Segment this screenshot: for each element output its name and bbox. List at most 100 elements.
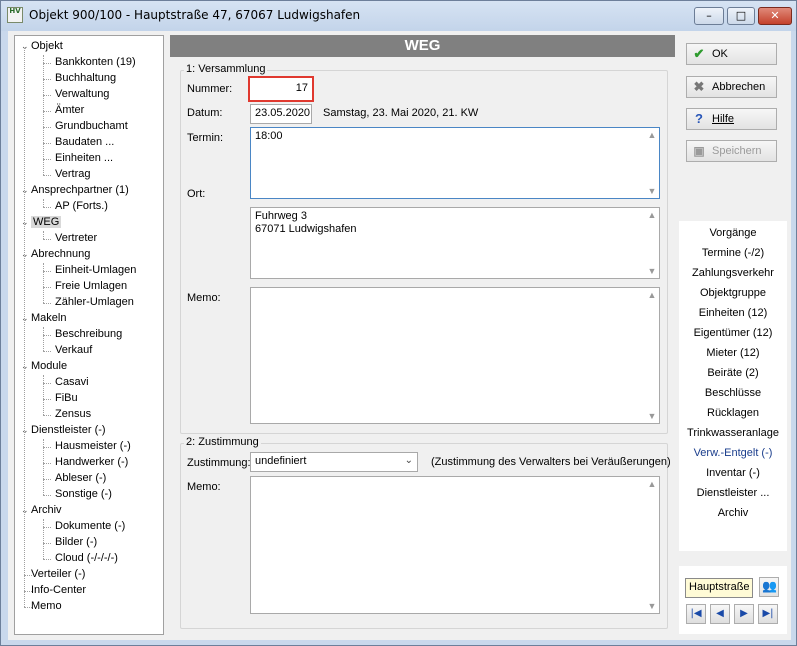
- side-link[interactable]: Vorgänge: [679, 225, 787, 241]
- tree-item[interactable]: ⌄ Abrechnung: [21, 247, 90, 262]
- close-button[interactable]: ✕: [758, 7, 792, 25]
- memo-scrollbar[interactable]: ▲ ▼: [645, 288, 659, 423]
- title-bar[interactable]: HV Objekt 900/100 - Hauptstraße 47, 6706…: [1, 1, 796, 31]
- side-link[interactable]: Objektgruppe: [679, 285, 787, 301]
- tree-item[interactable]: ⌄ Objekt: [21, 39, 63, 54]
- navigation-tree[interactable]: ⌄ Objekt Bankkonten (19) Buchhaltung Verwalt…: [14, 35, 164, 635]
- tree-item[interactable]: Info-Center: [21, 583, 86, 598]
- last-record-button[interactable]: ▶|: [758, 604, 778, 624]
- tree-item[interactable]: Bilder (-): [55, 535, 97, 550]
- chevron-down-icon[interactable]: ⌄: [21, 503, 31, 518]
- tree-item[interactable]: Verteiler (-): [21, 567, 85, 582]
- tree-item[interactable]: Ableser (-): [55, 471, 106, 486]
- termin-input[interactable]: 18:00 ▲ ▼: [250, 127, 660, 199]
- datum-info: Samstag, 23. Mai 2020, 21. KW: [323, 107, 479, 119]
- memo-label: Memo:: [187, 292, 221, 304]
- chevron-down-icon[interactable]: ⌄: [21, 215, 31, 230]
- tree-item[interactable]: Sonstige (-): [55, 487, 112, 502]
- scroll-down-icon[interactable]: ▼: [645, 409, 659, 423]
- tree-item[interactable]: Zensus: [55, 407, 91, 422]
- chevron-down-icon[interactable]: ⌄: [21, 423, 31, 438]
- zustimmung-memo-input[interactable]: ▲ ▼: [250, 476, 660, 614]
- contacts-icon: 👥: [762, 579, 777, 593]
- tree-item[interactable]: Handwerker (-): [55, 455, 128, 470]
- tree-item[interactable]: Memo: [21, 599, 62, 614]
- current-record-field[interactable]: Hauptstraße 47: [685, 578, 753, 598]
- help-button[interactable]: ? Hilfe: [686, 108, 777, 130]
- side-link[interactable]: Eigentümer (12): [679, 325, 787, 341]
- scroll-down-icon[interactable]: ▼: [645, 599, 659, 613]
- tree-item[interactable]: ⌄ Module: [21, 359, 67, 374]
- side-link[interactable]: Verw.-Entgelt (-): [679, 445, 787, 461]
- nummer-input[interactable]: 17: [248, 76, 314, 102]
- side-link[interactable]: Mieter (12): [679, 345, 787, 361]
- side-link[interactable]: Beiräte (2): [679, 365, 787, 381]
- tree-connector: [43, 271, 51, 272]
- tree-item[interactable]: ⌄ Makeln: [21, 311, 66, 326]
- side-link[interactable]: Termine (-/2): [679, 245, 787, 261]
- termin-scrollbar[interactable]: ▲ ▼: [645, 128, 659, 198]
- previous-record-button[interactable]: ◀: [710, 604, 730, 624]
- scroll-up-icon[interactable]: ▲: [645, 208, 659, 222]
- tree-item[interactable]: Beschreibung: [55, 327, 122, 342]
- tree-item[interactable]: ⌄ Ansprechpartner (1): [21, 183, 129, 198]
- ort-input[interactable]: Fuhrweg 3 67071 Ludwigshafen ▲ ▼: [250, 207, 660, 279]
- tree-item[interactable]: Ämter: [55, 103, 84, 118]
- tree-item[interactable]: ⌄ WEG: [21, 215, 62, 230]
- save-button[interactable]: ▣ Speichern: [686, 140, 777, 162]
- tree-item[interactable]: AP (Forts.): [55, 199, 108, 214]
- tree-item[interactable]: Zähler-Umlagen: [55, 295, 134, 310]
- chevron-down-icon[interactable]: ⌄: [21, 359, 31, 374]
- tree-item[interactable]: Bankkonten (19): [55, 55, 136, 70]
- datum-input[interactable]: 23.05.2020: [250, 104, 312, 124]
- tree-item[interactable]: Verwaltung: [55, 87, 109, 102]
- side-link[interactable]: Inventar (-): [679, 465, 787, 481]
- tree-item[interactable]: Einheit-Umlagen: [55, 263, 136, 278]
- chevron-down-icon[interactable]: ⌄: [21, 247, 31, 262]
- tree-item[interactable]: Hausmeister (-): [55, 439, 131, 454]
- scroll-down-icon[interactable]: ▼: [645, 264, 659, 278]
- tree-item[interactable]: ⌄ Dienstleister (-): [21, 423, 106, 438]
- tree-item[interactable]: ⌄ Archiv: [21, 503, 62, 518]
- scroll-up-icon[interactable]: ▲: [645, 128, 659, 142]
- cancel-button[interactable]: ✖ Abbrechen: [686, 76, 777, 98]
- tree-item-label: Dienstleister (-): [31, 424, 106, 436]
- tree-item[interactable]: Freie Umlagen: [55, 279, 127, 294]
- side-link[interactable]: Zahlungsverkehr: [679, 265, 787, 281]
- tree-item[interactable]: Baudaten ...: [55, 135, 114, 150]
- chevron-down-icon[interactable]: ⌄: [21, 183, 31, 198]
- tree-item[interactable]: Grundbuchamt: [55, 119, 128, 134]
- tree-item[interactable]: Casavi: [55, 375, 89, 390]
- tree-item[interactable]: Einheiten ...: [55, 151, 113, 166]
- tree-item[interactable]: Dokumente (-): [55, 519, 125, 534]
- zustimmung-select[interactable]: undefiniert ⌄: [250, 452, 418, 472]
- scroll-up-icon[interactable]: ▲: [645, 477, 659, 491]
- tree-item[interactable]: Verkauf: [55, 343, 92, 358]
- side-link[interactable]: Dienstleister ...: [679, 485, 787, 501]
- ort-scrollbar[interactable]: ▲ ▼: [645, 208, 659, 278]
- ok-button[interactable]: ✔ OK: [686, 43, 777, 65]
- side-link[interactable]: Beschlüsse: [679, 385, 787, 401]
- scroll-down-icon[interactable]: ▼: [645, 184, 659, 198]
- tree-item[interactable]: Cloud (-/-/-/-): [55, 551, 118, 566]
- scroll-up-icon[interactable]: ▲: [645, 288, 659, 302]
- chevron-down-icon[interactable]: ⌄: [21, 39, 31, 54]
- first-record-button[interactable]: |◀: [686, 604, 706, 624]
- next-record-button[interactable]: ▶: [734, 604, 754, 624]
- minimize-button[interactable]: –: [694, 7, 724, 25]
- tree-item[interactable]: Vertreter: [55, 231, 97, 246]
- side-link[interactable]: Archiv: [679, 505, 787, 521]
- tree-item-label: Abrechnung: [31, 248, 91, 260]
- tree-item[interactable]: Vertrag: [55, 167, 90, 182]
- tree-item[interactable]: Buchhaltung: [55, 71, 116, 86]
- versammlung-memo-input[interactable]: ▲ ▼: [250, 287, 660, 424]
- datum-label: Datum:: [187, 107, 223, 119]
- tree-item[interactable]: FiBu: [55, 391, 78, 406]
- side-link[interactable]: Trinkwasseranlage: [679, 425, 787, 441]
- side-link[interactable]: Rücklagen: [679, 405, 787, 421]
- maximize-button[interactable]: □: [727, 7, 755, 25]
- side-link[interactable]: Einheiten (12): [679, 305, 787, 321]
- zustimmung-memo-scrollbar[interactable]: ▲ ▼: [645, 477, 659, 613]
- chevron-down-icon[interactable]: ⌄: [21, 311, 31, 326]
- contacts-button[interactable]: 👥: [759, 577, 779, 597]
